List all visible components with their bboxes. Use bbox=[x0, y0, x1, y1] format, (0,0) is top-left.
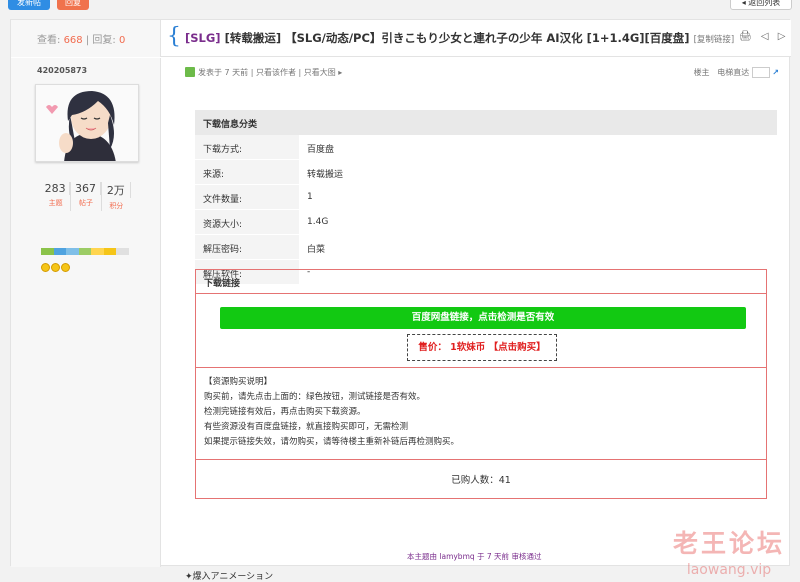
download-info-title: 下载信息分类 bbox=[195, 110, 777, 135]
divider bbox=[196, 459, 766, 460]
goto-floor-icon[interactable]: ↗ bbox=[772, 68, 779, 77]
row-value: 百度盘 bbox=[307, 145, 335, 155]
note-line: 检测完链接有效后，再点击购买下载资源。 bbox=[204, 407, 366, 417]
goto-floor-label: 电梯直达 bbox=[717, 68, 750, 77]
user-sidebar: 420205873 283 主题 367 帖子 2万积分 bbox=[11, 58, 161, 567]
top-action-bar: 发新帖 回复 ◂ 返回列表 bbox=[0, 0, 800, 18]
check-link-button[interactable]: 百度网盘链接，点击检测是否有效 bbox=[220, 307, 746, 329]
brace-decoration: { bbox=[167, 24, 181, 49]
title-tag[interactable]: [SLG] bbox=[185, 31, 221, 45]
new-post-button[interactable]: 发新帖 bbox=[8, 0, 50, 10]
watermark: 老王论坛 laowang.vip bbox=[673, 524, 785, 578]
stat-value: 2万 bbox=[102, 182, 131, 198]
buyer-count: 已购人数：41 bbox=[451, 475, 511, 486]
note-line: 【资源购买说明】 bbox=[204, 377, 273, 387]
meta-separator: | bbox=[248, 68, 256, 77]
post-time: 发表于 7 天前 bbox=[198, 68, 249, 77]
row-key: 资源大小: bbox=[195, 210, 299, 234]
thread-container: 查看: 668 | 回复: 0 { [SLG] [转载搬运] 【SLG/动态/P… bbox=[10, 19, 791, 582]
stat-value: 283 bbox=[41, 182, 71, 195]
row-value: 1 bbox=[307, 192, 313, 202]
thread-header: 查看: 668 | 回复: 0 { [SLG] [转载搬运] 【SLG/动态/P… bbox=[11, 20, 791, 57]
review-note: 本主题由 lamybmq 于 7 天前 审核通过 bbox=[407, 552, 542, 561]
medal-icon[interactable] bbox=[61, 263, 70, 272]
post-content: 发表于 7 天前 | 只看该作者 | 只看大图 ▸ 楼主 电梯直达 ↗ 下载信息… bbox=[185, 58, 785, 582]
stat-label: 主题 bbox=[48, 199, 63, 207]
user-level-bar bbox=[41, 248, 130, 255]
divider bbox=[196, 367, 766, 368]
username[interactable]: 420205873 bbox=[37, 66, 87, 75]
post-meta: 发表于 7 天前 | 只看该作者 | 只看大图 ▸ bbox=[185, 67, 342, 78]
views-label: 查看: bbox=[37, 35, 61, 46]
user-stat-threads[interactable]: 283 主题 bbox=[41, 182, 72, 211]
only-big-image-link[interactable]: 只看大图 ▸ bbox=[304, 68, 343, 77]
row-key: 来源: bbox=[195, 160, 299, 184]
row-value: 转载搬运 bbox=[307, 170, 344, 180]
note-line: 购买前，请先点击上面的：绿色按钮，测试链接是否有效。 bbox=[204, 392, 426, 402]
thread-title: [SLG] [转载搬运] 【SLG/动态/PC】引きこもり少女と連れ子の少年 A… bbox=[185, 30, 734, 46]
note-line: 有些资源没有百度盘链接，就直接购买即可，无需检测 bbox=[204, 422, 409, 432]
row-key: 下载方式: bbox=[195, 135, 299, 159]
user-stat-points[interactable]: 2万积分 bbox=[102, 182, 131, 211]
online-icon bbox=[185, 67, 195, 77]
table-row: 文件数量: 1 bbox=[195, 185, 777, 210]
copy-link[interactable]: [复制链接] bbox=[694, 35, 735, 45]
row-value: 白菜 bbox=[307, 245, 326, 255]
back-to-list-button[interactable]: ◂ 返回列表 bbox=[730, 0, 792, 10]
floor-nav: 楼主 电梯直达 ↗ bbox=[694, 67, 779, 78]
user-stat-posts[interactable]: 367 帖子 bbox=[71, 182, 102, 211]
watermark-cn: 老王论坛 bbox=[673, 529, 786, 558]
stat-value: 367 bbox=[71, 182, 101, 195]
table-row: 解压密码: 白菜 bbox=[195, 235, 777, 260]
medal-icon[interactable] bbox=[41, 263, 50, 272]
purchase-notes: 【资源购买说明】 购买前，请先点击上面的：绿色按钮，测试链接是否有效。 检测完链… bbox=[204, 375, 459, 450]
only-author-link[interactable]: 只看该作者 bbox=[256, 68, 296, 77]
reply-button[interactable]: 回复 bbox=[57, 0, 89, 10]
avatar[interactable] bbox=[35, 84, 139, 162]
buy-button[interactable]: 售价： 1软妹币 【点击购买】 bbox=[407, 334, 557, 361]
stat-label: 积分 bbox=[109, 202, 124, 210]
watermark-url: laowang.vip bbox=[686, 562, 772, 578]
row-value: 1.4G bbox=[307, 217, 329, 227]
post-body-line: ✦爆入アニメーション bbox=[185, 572, 274, 582]
title-text: [转载搬运] 【SLG/动态/PC】引きこもり少女と連れ子の少年 AI汉化 [1… bbox=[220, 31, 694, 45]
download-link-box: 下载链接 百度网盘链接，点击检测是否有效 售价： 1软妹币 【点击购买】 【资源… bbox=[195, 269, 767, 499]
table-row: 资源大小: 1.4G bbox=[195, 210, 777, 235]
table-row: 来源: 转载搬运 bbox=[195, 160, 777, 185]
table-row: 下载方式: 百度盘 bbox=[195, 135, 777, 160]
thread-stats: 查看: 668 | 回复: 0 bbox=[11, 20, 161, 57]
row-key: 解压密码: bbox=[195, 235, 299, 259]
note-line: 如果提示链接失效，请勿购买，请等待楼主重新补链后再检测购买。 bbox=[204, 437, 460, 447]
goto-floor-input[interactable] bbox=[751, 67, 770, 78]
download-link-title: 下载链接 bbox=[196, 270, 766, 294]
medal-icon[interactable] bbox=[51, 263, 60, 272]
floor-label: 楼主 bbox=[693, 68, 710, 77]
print-prev-next-icons[interactable]: 🖨 ◁ ▷ bbox=[739, 31, 788, 42]
stat-label: 帖子 bbox=[78, 199, 93, 207]
row-key: 文件数量: bbox=[195, 185, 299, 209]
replies-count: 0 bbox=[118, 35, 126, 46]
download-info-table: 下载信息分类 下载方式: 百度盘 来源: 转载搬运 文件数量: 1 资源大小: 1.4G… bbox=[195, 110, 777, 285]
medals bbox=[41, 263, 70, 272]
user-stats: 283 主题 367 帖子 2万积分 bbox=[41, 182, 131, 211]
replies-label: 回复: bbox=[92, 35, 116, 46]
views-count: 668 bbox=[63, 35, 83, 46]
meta-separator: | bbox=[295, 68, 304, 77]
avatar-image bbox=[36, 85, 138, 161]
